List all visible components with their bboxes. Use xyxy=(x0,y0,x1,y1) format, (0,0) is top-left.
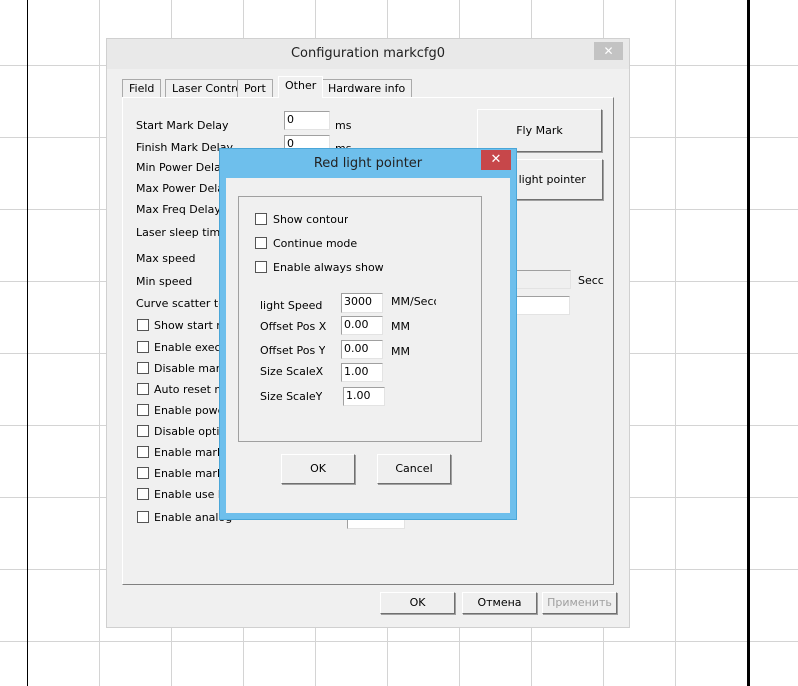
start-mark-delay-input[interactable]: 0 xyxy=(284,111,330,130)
checkbox[interactable] xyxy=(137,383,149,395)
offset-x-input[interactable]: 0.00 xyxy=(341,316,383,335)
field-label: Min Power Delay xyxy=(136,161,228,174)
checkbox-label: Disable mark xyxy=(154,362,227,375)
dialog-ok-button[interactable]: OK xyxy=(281,454,355,484)
tab-port[interactable]: Port xyxy=(237,79,273,98)
checkbox[interactable] xyxy=(137,404,149,416)
field-label: Size ScaleX xyxy=(260,365,324,378)
cancel-button[interactable]: Отмена xyxy=(462,592,537,614)
light-speed-input[interactable]: 3000 xyxy=(341,293,383,313)
close-icon[interactable]: ✕ xyxy=(594,42,623,60)
checkbox[interactable] xyxy=(137,488,149,500)
dialog-title: Red light pointer xyxy=(313,156,423,171)
field-label: Start Mark Delay xyxy=(136,119,229,132)
tab-other[interactable]: Other xyxy=(278,76,324,98)
scale-x-input[interactable]: 1.00 xyxy=(341,363,383,382)
field-label: Max Freq Delay xyxy=(136,203,221,216)
unit-label: MM xyxy=(391,320,410,333)
checkbox[interactable] xyxy=(137,446,149,458)
dialog-cancel-button[interactable]: Cancel xyxy=(377,454,451,484)
field-label: Offset Pos X xyxy=(260,320,327,333)
close-icon[interactable]: ✕ xyxy=(481,150,511,170)
ok-button[interactable]: OK xyxy=(380,592,455,614)
unit-label: ms xyxy=(335,119,352,132)
unit-label: MM/Seco xyxy=(391,295,436,308)
checkbox[interactable] xyxy=(137,467,149,479)
checkbox-label: Enable execu xyxy=(154,341,228,354)
field-label: Max speed xyxy=(136,252,196,265)
checkbox-label: Enable power xyxy=(154,404,229,417)
field-label: Size ScaleY xyxy=(260,390,323,403)
tab-field[interactable]: Field xyxy=(122,79,162,98)
red-light-pointer-dialog: Red light pointer ✕ Show contour Continu… xyxy=(219,148,517,520)
enable-always-show-checkbox[interactable] xyxy=(255,261,267,273)
unit-label: MM xyxy=(391,345,410,358)
checkbox[interactable] xyxy=(137,362,149,374)
scale-y-input[interactable]: 1.00 xyxy=(343,387,385,406)
checkbox-label: Continue mode xyxy=(273,237,358,250)
checkbox[interactable] xyxy=(137,425,149,437)
field-label: Laser sleep time xyxy=(136,226,228,239)
apply-button: Применить xyxy=(542,592,617,614)
checkbox-label: Show contour xyxy=(273,213,349,226)
canvas-border-left xyxy=(27,0,28,686)
tab-hardware-info[interactable]: Hardware info xyxy=(321,79,413,98)
offset-y-input[interactable]: 0.00 xyxy=(341,340,383,359)
field-label: light Speed xyxy=(260,299,323,312)
checkbox-label: Enable always show xyxy=(273,261,384,274)
unit-label: Secc xyxy=(578,274,604,287)
checkbox[interactable] xyxy=(137,341,149,353)
continue-mode-checkbox[interactable] xyxy=(255,237,267,249)
field-label: Offset Pos Y xyxy=(260,344,326,357)
fly-mark-button[interactable]: Fly Mark xyxy=(477,109,602,152)
window-title: Configuration markcfg0 xyxy=(107,39,629,69)
checkbox[interactable] xyxy=(137,511,149,523)
dialog-body: Show contour Continue mode Enable always… xyxy=(226,178,510,513)
checkbox[interactable] xyxy=(137,319,149,331)
field-label: Max Power Delay xyxy=(136,182,231,195)
field-label: Min speed xyxy=(136,275,193,288)
canvas-border-right xyxy=(747,0,750,686)
show-contour-checkbox[interactable] xyxy=(255,213,267,225)
